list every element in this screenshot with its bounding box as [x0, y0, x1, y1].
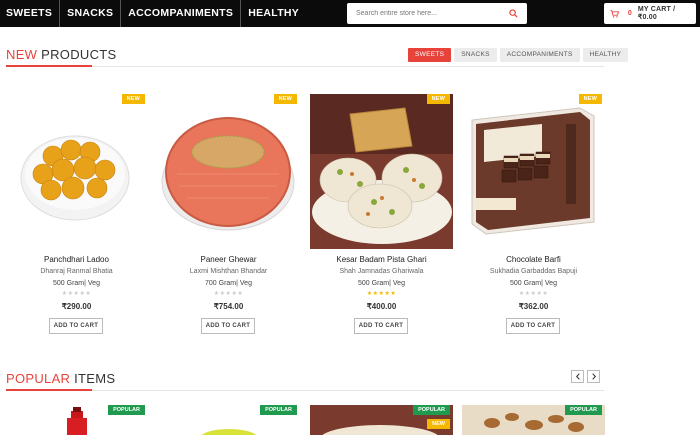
rating-stars: ★★★★★	[157, 290, 300, 297]
tab-snacks[interactable]: SNACKS	[454, 48, 497, 62]
tab-healthy[interactable]: HEALTHY	[582, 48, 629, 62]
product-weight: 500 Gram| Veg	[510, 280, 557, 287]
new-badge: NEW	[273, 94, 297, 104]
product-image-ladoo[interactable]	[5, 94, 148, 249]
product-shop: Sukhadia Garbaddas Bapuji	[489, 268, 578, 275]
product-weight: 500 Gram| Veg	[53, 280, 100, 287]
star-icon: ★	[85, 291, 92, 297]
product-shop: Dhanraj Ranmal Bhatia	[40, 268, 113, 275]
section-divider	[6, 66, 604, 67]
star-icon: ★	[237, 291, 244, 297]
popular-badge: POPULAR	[108, 405, 145, 415]
new-badge: NEW	[578, 94, 602, 104]
section-divider	[6, 390, 604, 391]
carousel-prev-button[interactable]	[571, 370, 584, 383]
product-weight: 700 Gram| Veg	[205, 280, 252, 287]
chevron-left-icon	[575, 373, 580, 380]
product-weight: 500 Gram| Veg	[358, 280, 405, 287]
nav-healthy[interactable]: HEALTHY	[241, 0, 306, 27]
search-icon[interactable]	[502, 4, 524, 23]
popular-title-rest: ITEMS	[70, 371, 116, 386]
nav-accompaniments[interactable]: ACCOMPANIMENTS	[121, 0, 242, 27]
top-nav-bar: SWEETS SNACKS ACCOMPANIMENTS HEALTHY 0 M…	[0, 0, 700, 27]
product-image-ghewar[interactable]	[157, 94, 300, 249]
cart-count: 0	[627, 10, 632, 17]
rating-stars: ★★★★★	[462, 290, 605, 297]
search-input[interactable]	[347, 4, 502, 23]
product-name[interactable]: Kesar Badam Pista Ghari	[310, 255, 453, 264]
nav-snacks[interactable]: SNACKS	[60, 0, 122, 27]
title-underline	[6, 65, 92, 67]
product-shop: Laxmi Mishthan Bhandar	[189, 268, 268, 275]
new-badge: NEW	[121, 94, 145, 104]
popular-badge: POPULAR	[565, 405, 602, 415]
add-to-cart-button[interactable]: ADD TO CART	[201, 318, 255, 334]
search-box	[347, 3, 527, 24]
add-to-cart-button[interactable]: ADD TO CART	[354, 318, 408, 334]
carousel-next-button[interactable]	[587, 370, 600, 383]
popular-card[interactable]: POPULAR	[5, 405, 148, 435]
product-price: ₹754.00	[213, 302, 244, 311]
product-image-ghari[interactable]	[310, 94, 453, 249]
cart-label: MY CART / ₹0.00	[637, 6, 676, 21]
new-badge: NEW	[427, 419, 450, 429]
popular-items-title: POPULAR ITEMS	[6, 371, 115, 386]
carousel-controls	[571, 370, 600, 383]
add-to-cart-button[interactable]: ADD TO CART	[49, 318, 103, 334]
new-products-title-rest: PRODUCTS	[37, 47, 117, 62]
popular-badge: POPULAR	[260, 405, 297, 415]
popular-title-accent: POPULAR	[6, 371, 71, 386]
add-to-cart-button[interactable]: ADD TO CART	[506, 318, 560, 334]
new-products-title: NEW PRODUCTS	[6, 47, 117, 62]
rating-stars: ★★★★★	[5, 290, 148, 297]
category-nav: SWEETS SNACKS ACCOMPANIMENTS HEALTHY	[0, 0, 306, 27]
popular-badge: POPULAR	[413, 405, 450, 415]
rating-stars: ★★★★★	[310, 290, 453, 297]
title-underline	[6, 389, 92, 391]
cart-icon	[610, 9, 620, 19]
product-name[interactable]: Panchdhari Ladoo	[5, 255, 148, 264]
popular-card[interactable]: POPULAR	[462, 405, 605, 435]
popular-card[interactable]: POPULAR	[157, 405, 300, 435]
tab-accompaniments[interactable]: ACCOMPANIMENTS	[499, 48, 580, 62]
nav-sweets[interactable]: SWEETS	[0, 0, 61, 27]
product-name[interactable]: Chocolate Barfi	[462, 255, 605, 264]
chevron-right-icon	[591, 373, 596, 380]
product-price: ₹400.00	[366, 302, 397, 311]
product-shop: Shah Jamnadas Ghariwala	[339, 268, 424, 275]
new-products-title-accent: NEW	[6, 47, 38, 62]
star-icon: ★	[390, 291, 397, 297]
product-image-barfi-box[interactable]	[462, 94, 605, 249]
popular-card[interactable]: POPULAR NEW	[310, 405, 453, 435]
product-name[interactable]: Paneer Ghewar	[157, 255, 300, 264]
tab-sweets[interactable]: SWEETS	[408, 48, 452, 62]
product-price: ₹290.00	[61, 302, 92, 311]
product-price: ₹362.00	[518, 302, 549, 311]
new-badge: NEW	[426, 94, 450, 104]
star-icon: ★	[542, 291, 549, 297]
category-tabs: SWEETS SNACKS ACCOMPANIMENTS HEALTHY	[408, 48, 629, 62]
cart-button[interactable]: 0 MY CART / ₹0.00	[604, 3, 696, 24]
